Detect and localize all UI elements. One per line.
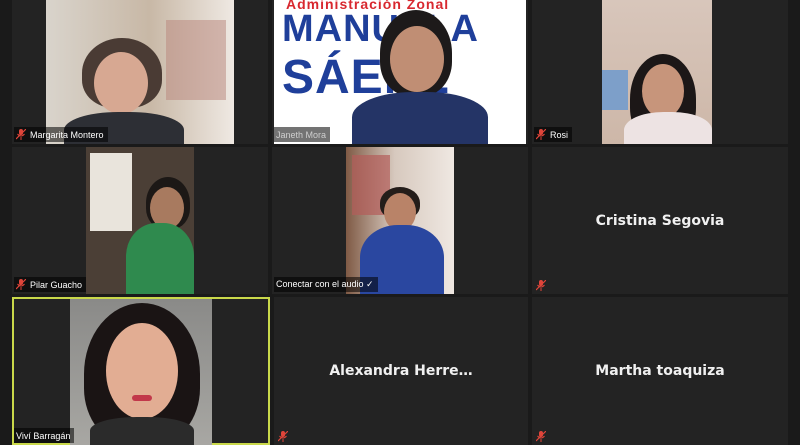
participant-label: Janeth Mora	[274, 127, 331, 142]
participant-video	[46, 0, 234, 144]
participant-video	[602, 0, 712, 144]
participant-name-center: Martha toaquiza	[595, 363, 725, 379]
participant-tile-cristina[interactable]: Cristina Segovia	[532, 147, 788, 294]
participant-tile-margarita[interactable]: Margarita Montero	[12, 0, 268, 144]
participant-name: Pilar Guacho	[30, 279, 83, 290]
participant-tile-vivi[interactable]: Viví Barragán	[12, 297, 270, 445]
participant-name: Janeth Mora	[276, 129, 327, 140]
muted-mic-icon	[16, 129, 26, 140]
participant-tile-rosi[interactable]: Rosi	[532, 0, 788, 144]
muted-mic-icon	[536, 129, 546, 140]
muted-mic-icon	[536, 280, 546, 291]
participant-video	[86, 147, 194, 294]
participant-label: Viví Barragán	[14, 428, 75, 443]
participant-tile-martha[interactable]: Martha toaquiza	[532, 297, 788, 445]
participant-label: Conectar con el audio ✓	[274, 277, 378, 292]
participant-label: Margarita Montero	[14, 127, 108, 142]
participant-name: Viví Barragán	[16, 430, 71, 441]
participant-tile-audio[interactable]: Conectar con el audio ✓	[272, 147, 528, 294]
participant-video	[70, 299, 212, 445]
muted-mic-icon	[278, 431, 288, 442]
participant-name: Conectar con el audio ✓	[276, 279, 374, 289]
participant-label: Rosi	[534, 127, 573, 142]
muted-mic-icon	[536, 431, 546, 442]
participant-tile-alexandra[interactable]: Alexandra Herre…	[274, 297, 528, 445]
participant-name: Rosi	[550, 129, 569, 140]
participant-video	[346, 147, 454, 294]
participant-name-center: Cristina Segovia	[595, 212, 725, 229]
participant-tile-pilar[interactable]: Pilar Guacho	[12, 147, 268, 294]
participant-video: Administración Zonal MANUELA SÁENZ	[274, 0, 526, 144]
participant-name-center: Alexandra Herre…	[329, 363, 473, 379]
participant-label: Pilar Guacho	[14, 277, 87, 292]
participant-tile-janeth[interactable]: Administración Zonal MANUELA SÁENZ Janet…	[272, 0, 528, 144]
participant-name: Margarita Montero	[30, 129, 104, 140]
muted-mic-icon	[16, 279, 26, 290]
gallery-view: Margarita Montero Administración Zonal M…	[12, 0, 788, 445]
